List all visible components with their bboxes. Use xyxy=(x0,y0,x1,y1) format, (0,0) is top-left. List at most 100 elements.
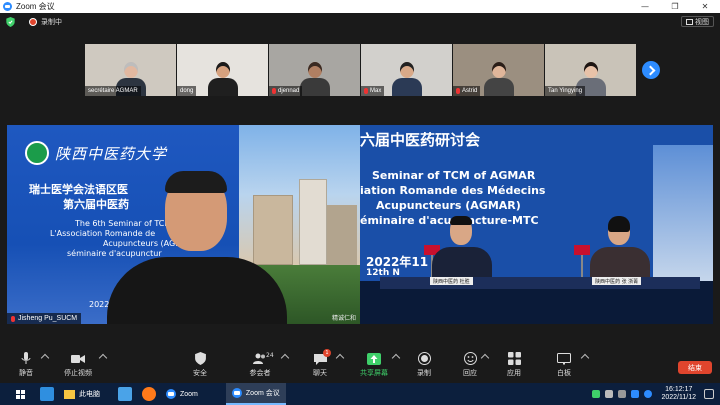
speaker-body xyxy=(107,257,287,324)
participant-video xyxy=(207,58,238,96)
end-meeting-button[interactable]: 结束 xyxy=(678,361,712,374)
zoom-tray-icon[interactable] xyxy=(644,390,653,398)
nameplate: 陕西中医药 张 浙菁 xyxy=(592,277,642,285)
system-clock[interactable]: 16:12:17 2022/11/12 xyxy=(661,386,696,402)
nameplate: 陕西中医药 杜胜 xyxy=(430,277,473,285)
participant-body xyxy=(299,78,330,96)
whiteboard-icon xyxy=(557,352,571,365)
backdrop-heading: 六届中医药研讨会 xyxy=(360,131,481,149)
participant-name-label: dong xyxy=(177,86,197,96)
zoom-icon xyxy=(231,388,242,398)
view-label: 视图 xyxy=(695,17,709,26)
app-icon[interactable] xyxy=(118,387,132,401)
backdrop-line-3: Acupuncteurs (AGMAR) xyxy=(376,199,521,212)
security-button[interactable]: 安全 xyxy=(178,352,222,378)
chevron-up-icon[interactable] xyxy=(280,353,290,363)
window-controls: — ❐ ✕ xyxy=(630,0,720,13)
share-screen-button[interactable]: 共享屏幕 xyxy=(352,352,396,378)
system-tray: 16:12:17 2022/11/12 xyxy=(592,383,720,405)
share-screen-icon xyxy=(367,352,381,365)
participants-count: 24 xyxy=(266,352,274,359)
flag-icon xyxy=(574,245,590,281)
edge-browser-icon[interactable] xyxy=(40,387,54,401)
window-titlebar: Zoom 会议 — ❐ ✕ xyxy=(0,0,720,13)
chevron-up-icon[interactable] xyxy=(98,353,108,363)
tray-app-icon[interactable] xyxy=(618,390,627,398)
notification-icon[interactable] xyxy=(704,389,714,399)
start-button[interactable] xyxy=(10,383,30,405)
next-page-button[interactable] xyxy=(642,61,660,79)
participant-face xyxy=(583,62,598,78)
record-icon xyxy=(417,352,431,365)
meeting-status-bar: 录制中 视图 xyxy=(0,13,720,31)
chat-icon: 1 xyxy=(313,349,331,365)
chat-button[interactable]: 1 聊天 xyxy=(298,349,342,378)
record-label: 录制 xyxy=(417,369,431,377)
microphone-icon xyxy=(19,352,33,365)
close-button[interactable]: ✕ xyxy=(690,0,720,13)
network-icon[interactable] xyxy=(605,390,614,398)
whiteboard-button[interactable]: 白板 xyxy=(542,352,586,378)
video-camera-icon xyxy=(71,352,85,365)
view-button[interactable]: 视图 xyxy=(681,16,714,27)
zoom-logo-icon xyxy=(3,2,12,11)
tray-app-icon[interactable] xyxy=(631,390,640,398)
maximize-button[interactable]: ❐ xyxy=(660,0,690,13)
participant-name-label: djennad xyxy=(269,86,303,96)
presenter-hair xyxy=(450,216,472,225)
grid-view-icon xyxy=(686,18,693,25)
stop-video-button[interactable]: 停止视频 xyxy=(56,352,100,378)
participant-face xyxy=(215,62,230,78)
participant-body xyxy=(391,78,422,96)
chat-unread-badge: 1 xyxy=(323,349,331,357)
clock-date: 2022/11/12 xyxy=(661,394,696,401)
apps-label: 应用 xyxy=(507,369,521,377)
mic-muted-icon xyxy=(456,88,460,94)
presenter-hair xyxy=(608,216,630,232)
participant-name-label: secrétaire AGMAR xyxy=(85,86,141,96)
apps-button[interactable]: 应用 xyxy=(492,352,536,378)
participant-thumbnail[interactable]: Tan Yingying xyxy=(545,44,636,96)
participant-name-label: Astrid xyxy=(453,86,481,96)
main-video-tile-left[interactable]: 陕西中医药大学 瑞士医学会法语区医会 第六届中医药 The 6th Semina… xyxy=(7,125,360,324)
participant-body xyxy=(483,78,514,96)
record-button[interactable]: 录制 xyxy=(402,352,446,378)
window-title: Zoom 会议 xyxy=(16,2,55,11)
windows-logo-icon xyxy=(15,389,25,399)
meeting-toolbar: 静音 停止视频 安全 24 参会者 1 聊天 共享屏幕 录制 回应 应用 白板 xyxy=(0,349,720,382)
mic-muted-icon xyxy=(272,88,276,94)
building-shape xyxy=(327,205,357,265)
folder-icon xyxy=(64,389,75,399)
participants-button[interactable]: 24 参会者 xyxy=(238,352,282,378)
participant-face xyxy=(399,62,414,78)
participant-thumbnail[interactable]: Max xyxy=(361,44,452,96)
participant-video xyxy=(483,58,514,96)
stop-video-label: 停止视频 xyxy=(64,369,92,377)
participant-thumbnail[interactable]: dong xyxy=(177,44,268,96)
university-name: 陕西中医药大学 xyxy=(55,145,168,163)
participant-thumbnail[interactable]: Astrid xyxy=(453,44,544,96)
taskbar-this-pc[interactable]: 此电脑 xyxy=(58,383,106,405)
taskbar-zoom[interactable]: Zoom xyxy=(160,383,204,405)
participants-icon: 24 xyxy=(253,352,274,365)
university-logo-icon xyxy=(25,141,49,165)
main-video-tile-right[interactable]: 六届中医药研讨会 Seminar of TCM of AGMAR iation … xyxy=(360,125,713,324)
recording-label[interactable]: 录制中 xyxy=(41,17,62,27)
shield-icon[interactable] xyxy=(6,17,15,27)
windows-taskbar: 此电脑 Zoom Zoom 会议 16:12:17 2022/11/12 xyxy=(0,383,720,405)
speaker-name-label: Jisheng Pu_SUCM xyxy=(7,313,82,324)
zoom-icon xyxy=(166,389,176,399)
minimize-button[interactable]: — xyxy=(630,0,660,13)
participant-face xyxy=(123,62,138,78)
participant-thumbnail[interactable]: secrétaire AGMAR xyxy=(85,44,176,96)
firefox-icon[interactable] xyxy=(142,387,156,401)
tray-app-icon[interactable] xyxy=(592,390,601,398)
reactions-label: 回应 xyxy=(463,369,477,377)
taskbar-zoom-meeting[interactable]: Zoom 会议 xyxy=(225,383,286,405)
mic-muted-icon xyxy=(11,315,15,322)
participants-label: 参会者 xyxy=(249,369,271,377)
participant-name-label: Max xyxy=(361,86,385,96)
participant-video xyxy=(299,58,330,96)
participant-thumbnail[interactable]: djennad xyxy=(269,44,360,96)
apps-grid-icon xyxy=(507,352,521,365)
